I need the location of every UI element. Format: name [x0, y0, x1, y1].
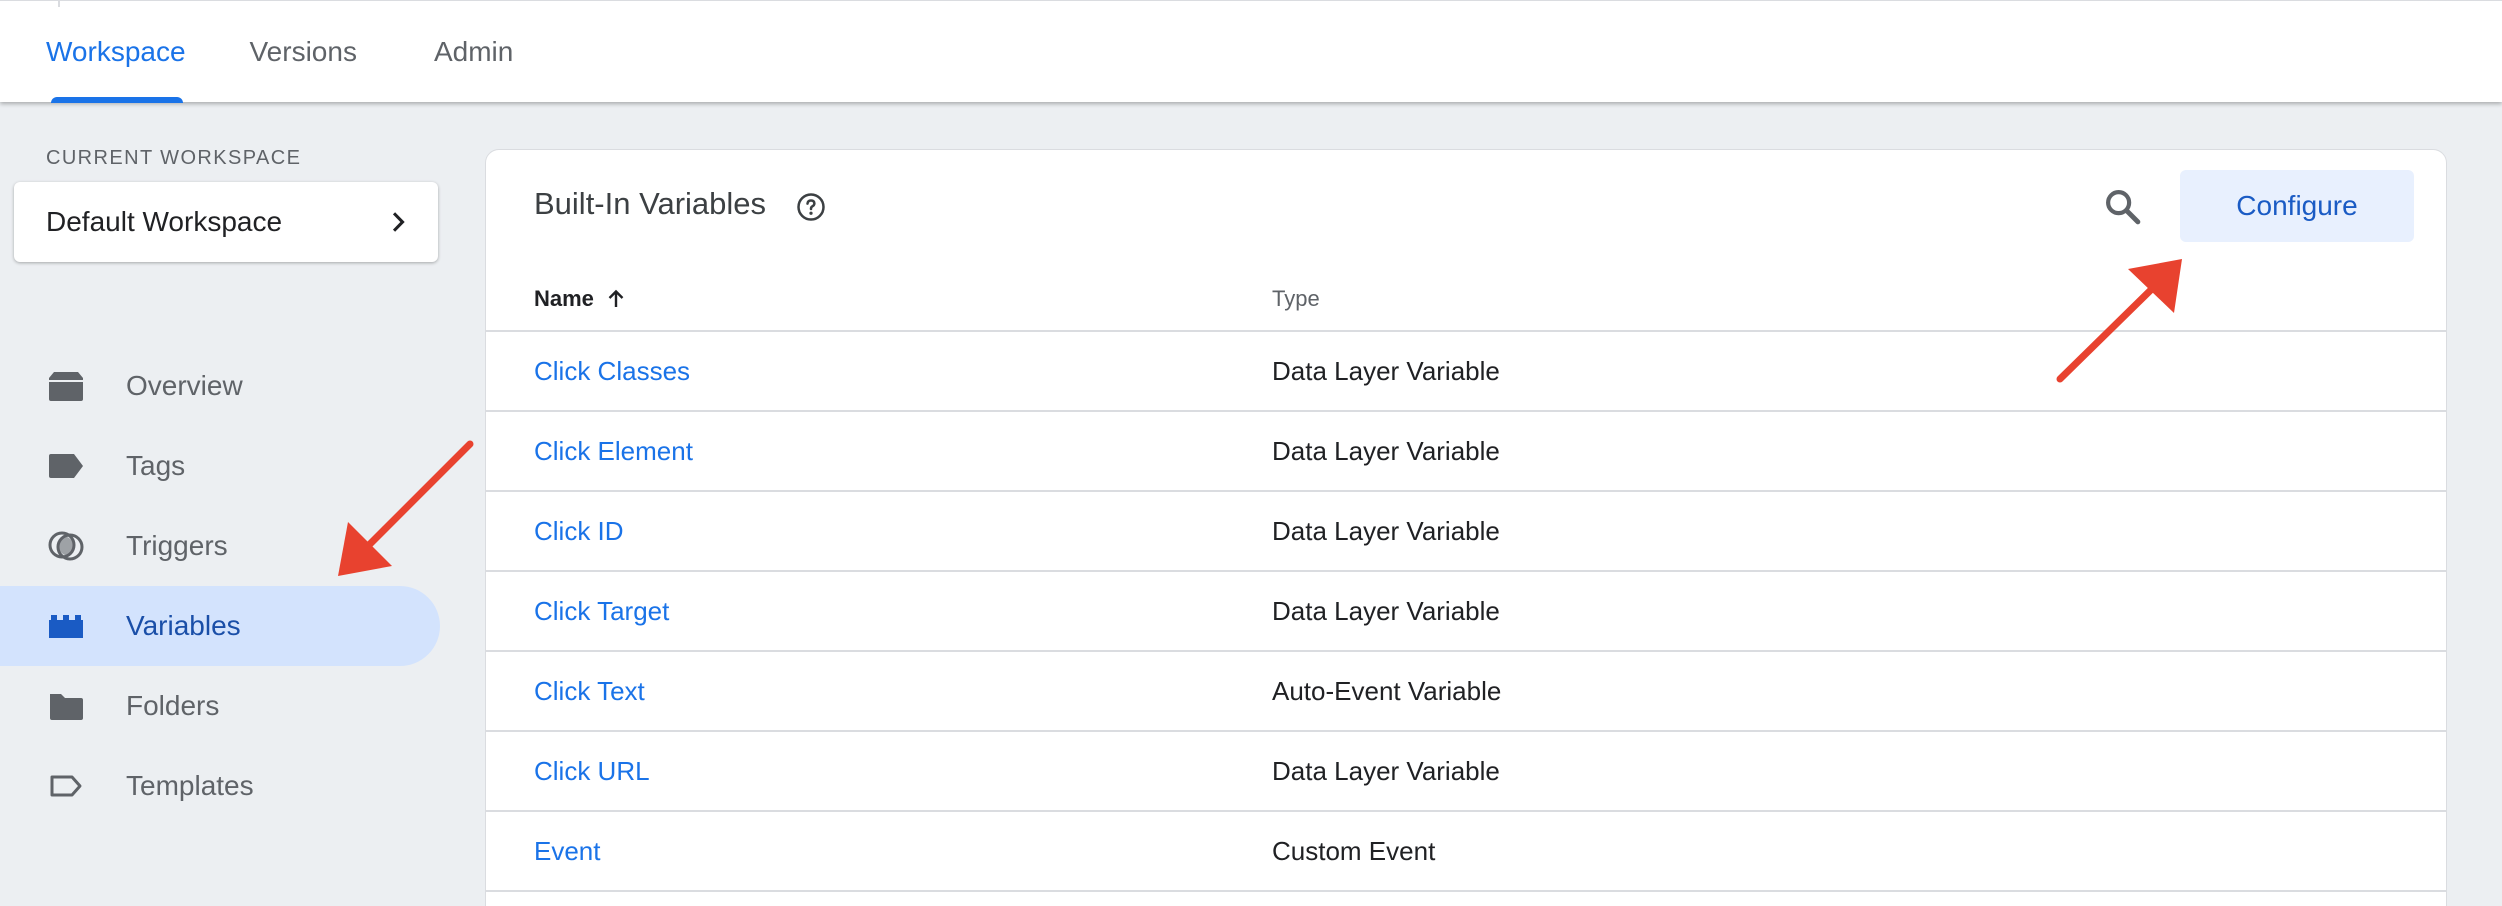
workspace-name: Default Workspace [46, 206, 283, 237]
configure-button[interactable]: Configure [2180, 170, 2414, 242]
table-row: Click Text Auto-Event Variable [486, 652, 2446, 732]
overview-icon [49, 372, 83, 401]
help-icon[interactable] [796, 192, 826, 222]
tab-versions[interactable]: Versions [250, 1, 357, 103]
sidebar-item-label: Folders [126, 690, 220, 721]
sidebar-item-label: Overview [126, 370, 243, 401]
variable-name-link[interactable]: Click Text [534, 676, 645, 707]
triggers-icon [48, 531, 84, 561]
search-icon[interactable] [2102, 186, 2144, 228]
sidebar: CURRENT WORKSPACE Default Workspace Over… [0, 102, 460, 906]
sidebar-item-tags[interactable]: Tags [0, 426, 440, 506]
variable-type: Data Layer Variable [1272, 596, 1500, 626]
page-title: Built-In Variables [534, 186, 767, 221]
sidebar-item-variables[interactable]: Variables [0, 586, 440, 666]
variable-type: Data Layer Variable [1272, 436, 1500, 466]
variable-name-link[interactable]: Click ID [534, 516, 624, 547]
table-row: Event Custom Event [486, 812, 2446, 892]
chevron-right-icon [392, 212, 405, 232]
table-row: Click ID Data Layer Variable [486, 492, 2446, 572]
sidebar-item-folders[interactable]: Folders [0, 666, 440, 746]
tab-admin[interactable]: Admin [434, 1, 513, 103]
table-row: Click Element Data Layer Variable [486, 412, 2446, 492]
sidebar-item-label: Variables [126, 610, 241, 641]
sidebar-item-label: Templates [126, 770, 254, 801]
templates-icon [50, 775, 82, 797]
top-tab-bar: Workspace Versions Admin [0, 0, 2502, 103]
sidebar-item-triggers[interactable]: Triggers [0, 506, 440, 586]
sidebar-nav: Overview Tags Triggers Variables Folders… [0, 346, 440, 826]
folder-icon [50, 694, 83, 720]
column-header-type[interactable]: Type [1272, 286, 1320, 312]
variable-name-link[interactable]: Click Element [534, 436, 693, 467]
variable-type: Auto-Event Variable [1272, 676, 1502, 706]
variable-type: Data Layer Variable [1272, 516, 1500, 546]
table-row: Click Classes Data Layer Variable [486, 332, 2446, 412]
arrow-up-icon [608, 289, 624, 307]
sidebar-item-templates[interactable]: Templates [0, 746, 440, 826]
sidebar-item-overview[interactable]: Overview [0, 346, 440, 426]
tag-icon [49, 454, 83, 478]
variable-type: Custom Event [1272, 836, 1436, 866]
variable-name-link[interactable]: Click URL [534, 756, 650, 787]
tab-list: Workspace Versions Admin [46, 1, 513, 103]
table-header: Name Type [486, 270, 2446, 332]
column-header-name[interactable]: Name [534, 286, 628, 312]
current-workspace-label: CURRENT WORKSPACE [46, 147, 302, 169]
table-row: Click Target Data Layer Variable [486, 572, 2446, 652]
table-row: Click URL Data Layer Variable [486, 732, 2446, 812]
variable-name-link[interactable]: Click Target [534, 596, 669, 627]
sidebar-item-label: Triggers [126, 530, 228, 561]
variables-table-body: Click Classes Data Layer Variable Click … [486, 332, 2446, 892]
variable-name-link[interactable]: Click Classes [534, 356, 690, 387]
built-in-variables-card: Built-In Variables Configure Name Type C… [485, 149, 2447, 906]
tab-workspace[interactable]: Workspace [46, 1, 186, 103]
variables-icon [49, 615, 83, 638]
column-header-name-label: Name [534, 286, 594, 311]
sidebar-item-label: Tags [126, 450, 186, 481]
variable-type: Data Layer Variable [1272, 756, 1500, 786]
variable-name-link[interactable]: Event [534, 836, 601, 867]
variable-type: Data Layer Variable [1272, 356, 1500, 386]
workspace-selector[interactable]: Default Workspace [14, 182, 438, 262]
